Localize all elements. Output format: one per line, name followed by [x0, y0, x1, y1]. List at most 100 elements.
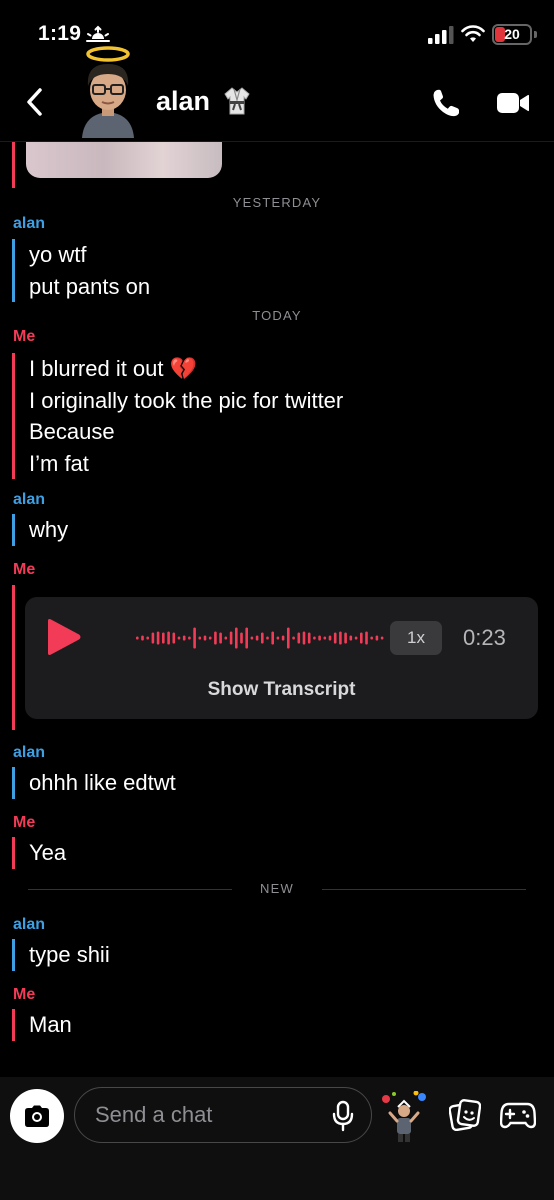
waveform-bar	[370, 636, 373, 640]
waveform-bar	[297, 632, 301, 644]
voice-note-duration: 0:23	[463, 625, 506, 650]
waveform-bar	[208, 636, 212, 640]
message-group: ohhh like edtwt	[12, 767, 176, 799]
chat-message[interactable]: type shii	[29, 939, 110, 971]
sender-label: alan	[13, 491, 46, 508]
waveform-bar	[281, 635, 285, 641]
chat-message[interactable]: I originally took the pic for twitter	[29, 385, 343, 417]
waveform-bar	[245, 627, 248, 649]
voice-note-group	[12, 585, 15, 730]
back-chevron-icon[interactable]	[22, 86, 48, 118]
camera-button[interactable]	[10, 1089, 64, 1143]
bitmoji-icon[interactable]	[380, 1091, 428, 1143]
chat-message[interactable]: I blurred it out 💔	[29, 353, 343, 385]
mic-icon[interactable]	[331, 1100, 355, 1132]
voice-note-card: 1x 0:23 Show Transcript	[25, 597, 538, 719]
chat-thread: YESTERDAY alan yo wtf put pants on TODAY…	[0, 142, 554, 1077]
signal-bars-icon	[428, 26, 454, 44]
waveform-bar	[136, 636, 139, 640]
waveform-bar	[219, 632, 222, 644]
previous-snap-thumbnail[interactable]	[26, 142, 222, 178]
date-separator-yesterday: YESTERDAY	[232, 195, 322, 210]
chat-message[interactable]: Yea	[29, 837, 66, 869]
show-transcript-button[interactable]: Show Transcript	[25, 679, 538, 701]
chat-input[interactable]: Send a chat	[74, 1087, 372, 1143]
waveform-bar	[318, 635, 321, 641]
chat-header: alan	[0, 46, 554, 142]
sender-label: Me	[13, 814, 36, 831]
waveform-bar	[360, 632, 363, 644]
waveform-bar	[172, 632, 176, 644]
waveform-bar	[323, 636, 327, 640]
chat-message[interactable]: I’m fat	[29, 448, 343, 480]
waveform-bar	[193, 627, 196, 649]
message-group: yo wtf put pants on	[12, 239, 150, 302]
message-group: Man	[12, 1009, 72, 1041]
new-messages-separator: NEW	[28, 880, 526, 898]
battery-level: 20	[504, 26, 520, 42]
waveform-bar	[266, 636, 269, 640]
message-group: type shii	[12, 939, 110, 971]
message-group: I blurred it out 💔 I originally took the…	[12, 353, 343, 479]
waveform-bar	[261, 632, 264, 644]
waveform-bar	[156, 631, 160, 645]
waveform-bar	[333, 632, 337, 644]
sender-label: alan	[13, 916, 46, 933]
waveform-bar	[344, 632, 347, 644]
waveform-bar	[339, 631, 342, 645]
waveform-bar	[141, 635, 144, 641]
sun-horizon-icon	[86, 25, 110, 42]
chat-message[interactable]: why	[29, 514, 68, 546]
audio-waveform[interactable]	[135, 621, 385, 655]
chat-composer: Send a chat	[0, 1077, 554, 1200]
waveform-bar	[229, 631, 233, 645]
waveform-bar	[380, 636, 384, 640]
game-controller-icon[interactable]	[500, 1101, 536, 1129]
camera-icon	[25, 1105, 49, 1127]
video-camera-icon[interactable]	[496, 90, 530, 116]
waveform-bar	[214, 631, 217, 645]
waveform-bar	[354, 636, 358, 640]
message-group: why	[12, 514, 68, 546]
play-icon[interactable]	[43, 617, 83, 657]
waveform-bar	[313, 636, 316, 640]
chat-message[interactable]: Because	[29, 416, 343, 448]
chat-input-placeholder: Send a chat	[95, 1102, 213, 1127]
wifi-icon	[461, 25, 485, 42]
chat-message[interactable]: put pants on	[29, 271, 150, 303]
waveform-bar	[276, 636, 280, 640]
waveform-bar	[188, 636, 191, 640]
message-group: Yea	[12, 837, 66, 869]
waveform-bar	[235, 627, 238, 649]
chat-message[interactable]: Man	[29, 1009, 72, 1041]
waveform-bar	[182, 635, 186, 641]
waveform-bar	[240, 632, 243, 644]
chat-message[interactable]: ohhh like edtwt	[29, 767, 176, 799]
waveform-bar	[307, 632, 311, 644]
waveform-bar	[250, 636, 254, 640]
waveform-bar	[255, 635, 259, 641]
waveform-bar	[302, 631, 306, 645]
previous-message-bar	[12, 142, 15, 188]
waveform-bar	[203, 635, 207, 641]
waveform-bar	[271, 631, 274, 645]
waveform-bar	[365, 631, 368, 645]
waveform-bar	[328, 635, 332, 641]
waveform-bar	[287, 627, 290, 649]
sticker-icon[interactable]	[449, 1099, 481, 1131]
battery-cap	[534, 31, 537, 38]
waveform-bar	[151, 632, 155, 644]
waveform-bar	[198, 636, 202, 640]
contact-name[interactable]: alan	[156, 86, 210, 117]
waveform-bar	[349, 635, 353, 641]
waveform-bar	[177, 636, 181, 640]
sender-label: alan	[13, 215, 46, 232]
chat-message[interactable]: yo wtf	[29, 239, 150, 271]
date-separator-today: TODAY	[252, 308, 302, 323]
waveform-bar	[375, 635, 379, 641]
sender-label: Me	[13, 986, 36, 1003]
playback-speed-button[interactable]: 1x	[390, 621, 442, 655]
sender-label: Me	[13, 328, 36, 345]
phone-icon[interactable]	[430, 87, 462, 119]
avatar[interactable]	[72, 42, 144, 138]
